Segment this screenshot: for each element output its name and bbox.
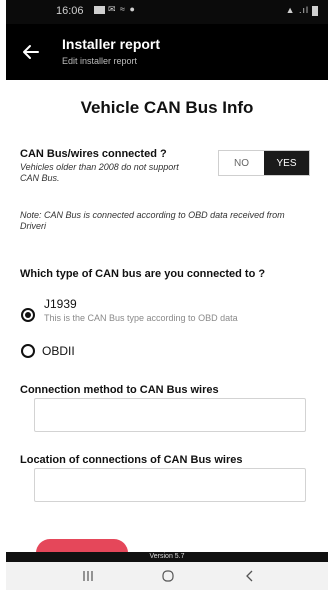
radio-j1939-hint: This is the CAN Bus type according to OB… (44, 313, 238, 323)
status-time: 16:06 (56, 5, 84, 17)
connection-method-label: Connection method to CAN Bus wires (20, 384, 219, 396)
toggle-yes-button[interactable]: YES (264, 151, 309, 175)
can-connected-toggle[interactable]: NO YES (218, 150, 310, 176)
toggle-no-button[interactable]: NO (219, 151, 264, 175)
system-nav-bar (6, 562, 328, 590)
radio-j1939[interactable] (21, 308, 35, 322)
status-bar: 16:06 ✉ ≈ ● ▲ .ıl (6, 0, 328, 24)
arrow-left-icon[interactable] (20, 41, 42, 63)
connection-location-label: Location of connections of CAN Bus wires (20, 454, 243, 466)
battery-icon (312, 5, 318, 16)
phone-screen: 16:06 ✉ ≈ ● ▲ .ıl Installer report Edit … (6, 0, 328, 590)
connection-method-input[interactable] (34, 398, 306, 432)
radio-j1939-label[interactable]: J1939 (44, 297, 77, 311)
can-connected-label: CAN Bus/wires connected ? (20, 148, 167, 160)
home-icon[interactable] (160, 569, 176, 583)
notification-icons: ✉ ≈ ● (94, 4, 136, 15)
form-content[interactable]: Vehicle CAN Bus Info CAN Bus/wires conne… (6, 80, 328, 552)
can-connected-hint: Vehicles older than 2008 do not support … (20, 162, 179, 183)
page-subtitle: Edit installer report (62, 56, 138, 66)
section-title: Vehicle CAN Bus Info (80, 98, 254, 117)
obd-note: Note: CAN Bus is connected according to … (20, 210, 285, 231)
signal-icons: ▲ .ıl (286, 5, 318, 16)
recent-apps-icon[interactable] (80, 569, 96, 583)
connection-location-input[interactable] (34, 468, 306, 502)
radio-obdii-label[interactable]: OBDII (42, 344, 75, 358)
app-bar: Installer report Edit installer report (6, 24, 328, 80)
version-label: Version 5.7 (6, 552, 328, 562)
page-title: Installer report (62, 36, 161, 52)
message-icon (94, 5, 105, 14)
submit-button[interactable] (36, 539, 128, 552)
can-type-question: Which type of CAN bus are you connected … (20, 268, 266, 280)
radio-obdii[interactable] (21, 344, 35, 358)
back-nav-icon[interactable] (242, 569, 258, 583)
